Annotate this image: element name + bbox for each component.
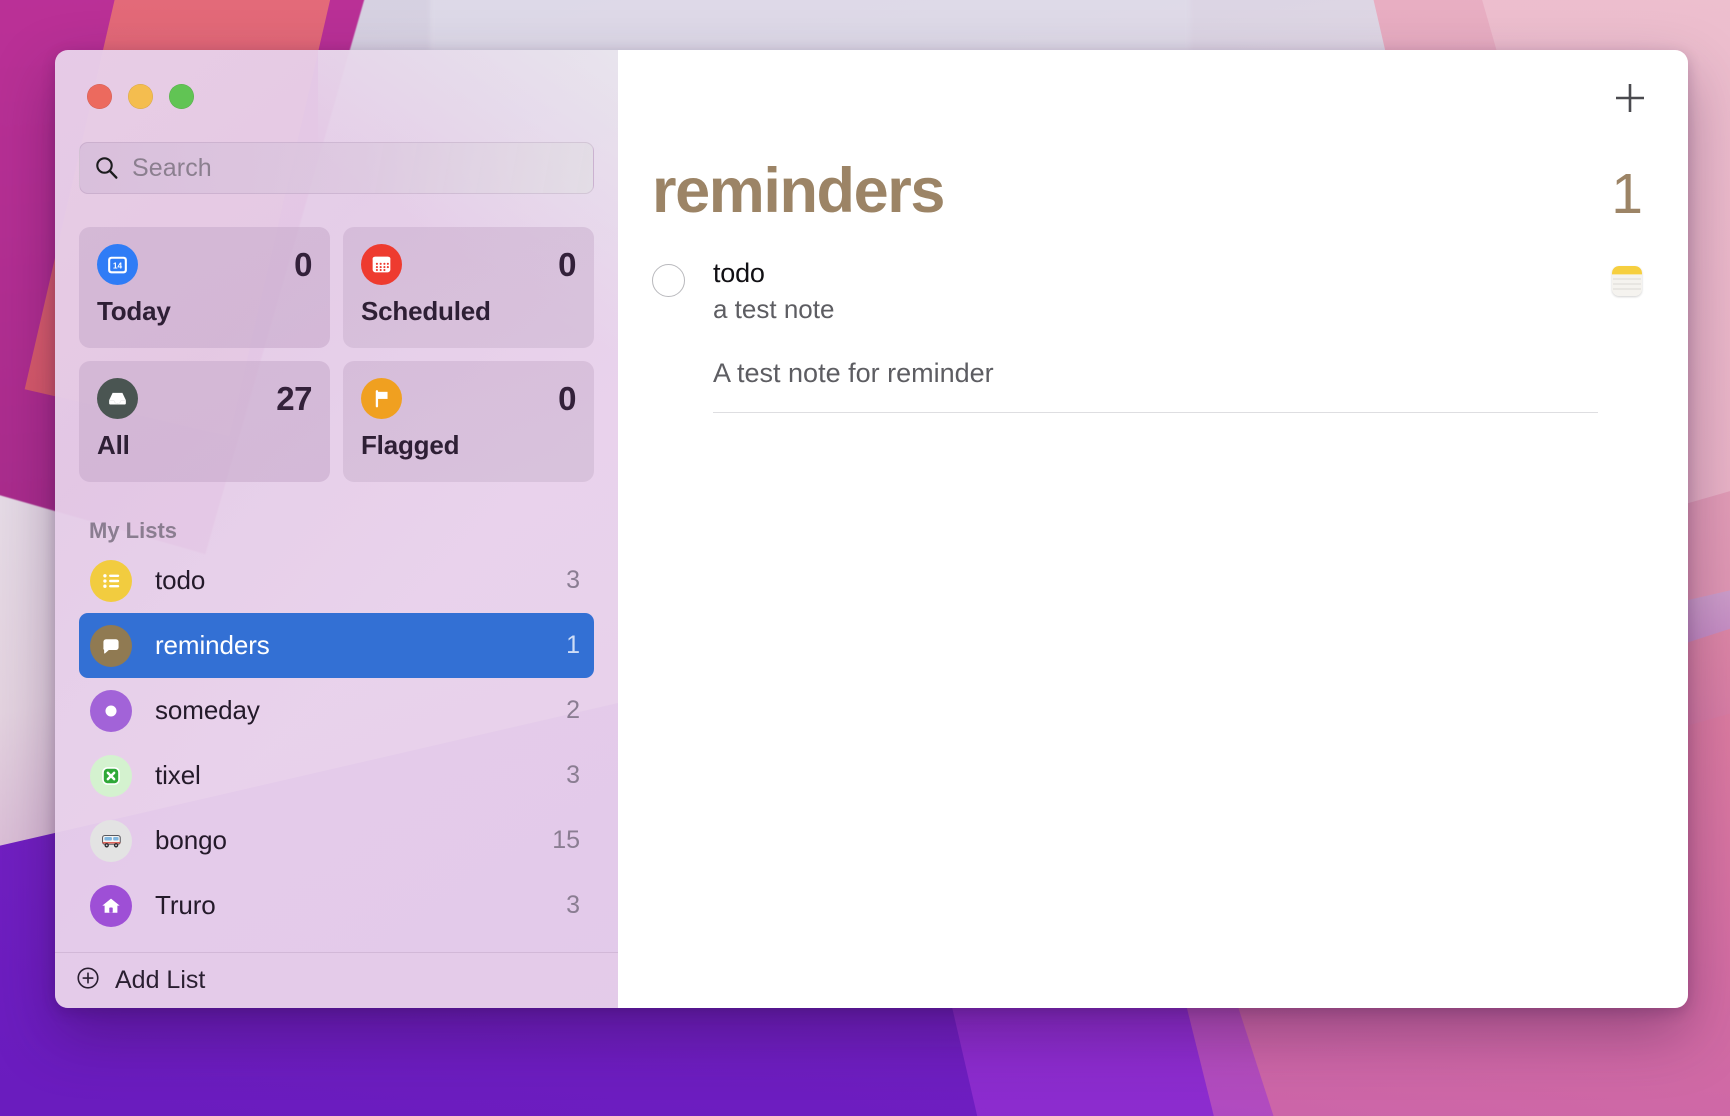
reminder-title[interactable]: todo [713,257,1598,290]
reminder-item[interactable]: todo a test note A test note for reminde… [652,257,1642,413]
plus-icon [1611,79,1649,122]
smart-list-label: Flagged [361,430,460,460]
sidebar-item-reminders[interactable]: reminders 1 [79,613,594,678]
smart-list-today[interactable]: 14 0 Today [79,227,330,348]
smart-list-all[interactable]: 27 All [79,361,330,482]
sidebar-item-label: todo [155,565,206,595]
sidebar-item-count: 1 [566,631,580,659]
list-header: reminders 1 [618,50,1688,223]
circle-ring-icon [90,689,132,732]
sidebar-item-label: bongo [155,825,227,855]
add-list-button[interactable]: Add List [55,952,618,1008]
sidebar: Search 14 0 Today 0 Scheduled 27 All 0 F… [55,50,618,1008]
sidebar-item-count: 15 [552,826,580,854]
svg-text:14: 14 [113,260,123,270]
reminder-divider [713,411,1598,413]
house-icon [90,884,132,927]
reminder-subtitle[interactable]: a test note [713,294,1598,326]
reminders-list: todo a test note A test note for reminde… [618,223,1688,413]
list-total-count: 1 [1611,162,1643,226]
sidebar-item-label: tixel [155,760,201,790]
smart-list-count: 27 [276,380,312,417]
plus-circle-icon [75,965,101,996]
sidebar-item-todo[interactable]: todo 3 [79,548,594,613]
speech-bubble-icon [90,624,132,667]
search-input[interactable]: Search [79,142,594,194]
main-content: reminders 1 todo a test note A test note… [618,50,1688,1008]
empty-circle-icon[interactable] [652,264,685,297]
sidebar-item-someday[interactable]: someday 2 [79,678,594,743]
smart-list-scheduled[interactable]: 0 Scheduled [343,227,594,348]
add-list-label: Add List [115,966,206,994]
sidebar-item-count: 3 [566,761,580,789]
add-reminder-button[interactable] [1608,78,1652,122]
sidebar-item-bongo[interactable]: bongo 15 [79,808,594,873]
sidebar-item-truro[interactable]: Truro 3 [79,873,594,938]
reminder-note[interactable]: A test note for reminder [713,357,1598,390]
search-icon [94,155,120,181]
flag-icon [361,378,402,419]
smart-list-count: 0 [558,380,576,417]
inbox-tray-icon [97,378,138,419]
sidebar-item-count: 3 [566,891,580,919]
x-square-icon [90,754,132,797]
desktop-wallpaper: Search 14 0 Today 0 Scheduled 27 All 0 F… [0,0,1730,1116]
notes-app-icon[interactable] [1612,266,1642,296]
calendar-today-icon: 14 [97,244,138,285]
sidebar-item-label: someday [155,695,260,725]
page-title: reminders [652,156,945,226]
reminders-app-window: Search 14 0 Today 0 Scheduled 27 All 0 F… [55,50,1688,1008]
smart-lists-grid: 14 0 Today 0 Scheduled 27 All 0 Flagged [79,227,594,482]
sidebar-item-label: Truro [155,890,216,920]
smart-list-count: 0 [294,246,312,283]
search-placeholder-text: Search [132,153,212,182]
smart-list-label: Scheduled [361,296,491,326]
reminder-body: todo a test note A test note for reminde… [713,257,1598,413]
smart-list-flagged[interactable]: 0 Flagged [343,361,594,482]
sidebar-item-label: reminders [155,630,270,660]
bullet-list-icon [90,559,132,602]
user-lists: todo 3 reminders 1 someday 2 tixel 3 bon… [55,548,618,952]
window-titlebar [55,50,618,142]
minimize-button[interactable] [128,83,153,109]
smart-list-count: 0 [558,246,576,283]
close-button[interactable] [87,83,112,109]
smart-list-label: Today [97,296,171,326]
search-container: Search [79,142,594,194]
sidebar-item-count: 3 [566,566,580,594]
smart-list-label: All [97,430,130,460]
minibus-icon [90,819,132,862]
calendar-scheduled-icon [361,244,402,285]
sidebar-item-tixel[interactable]: tixel 3 [79,743,594,808]
maximize-button[interactable] [169,83,194,109]
my-lists-section-header: My Lists [89,518,178,543]
sidebar-item-count: 2 [566,696,580,724]
